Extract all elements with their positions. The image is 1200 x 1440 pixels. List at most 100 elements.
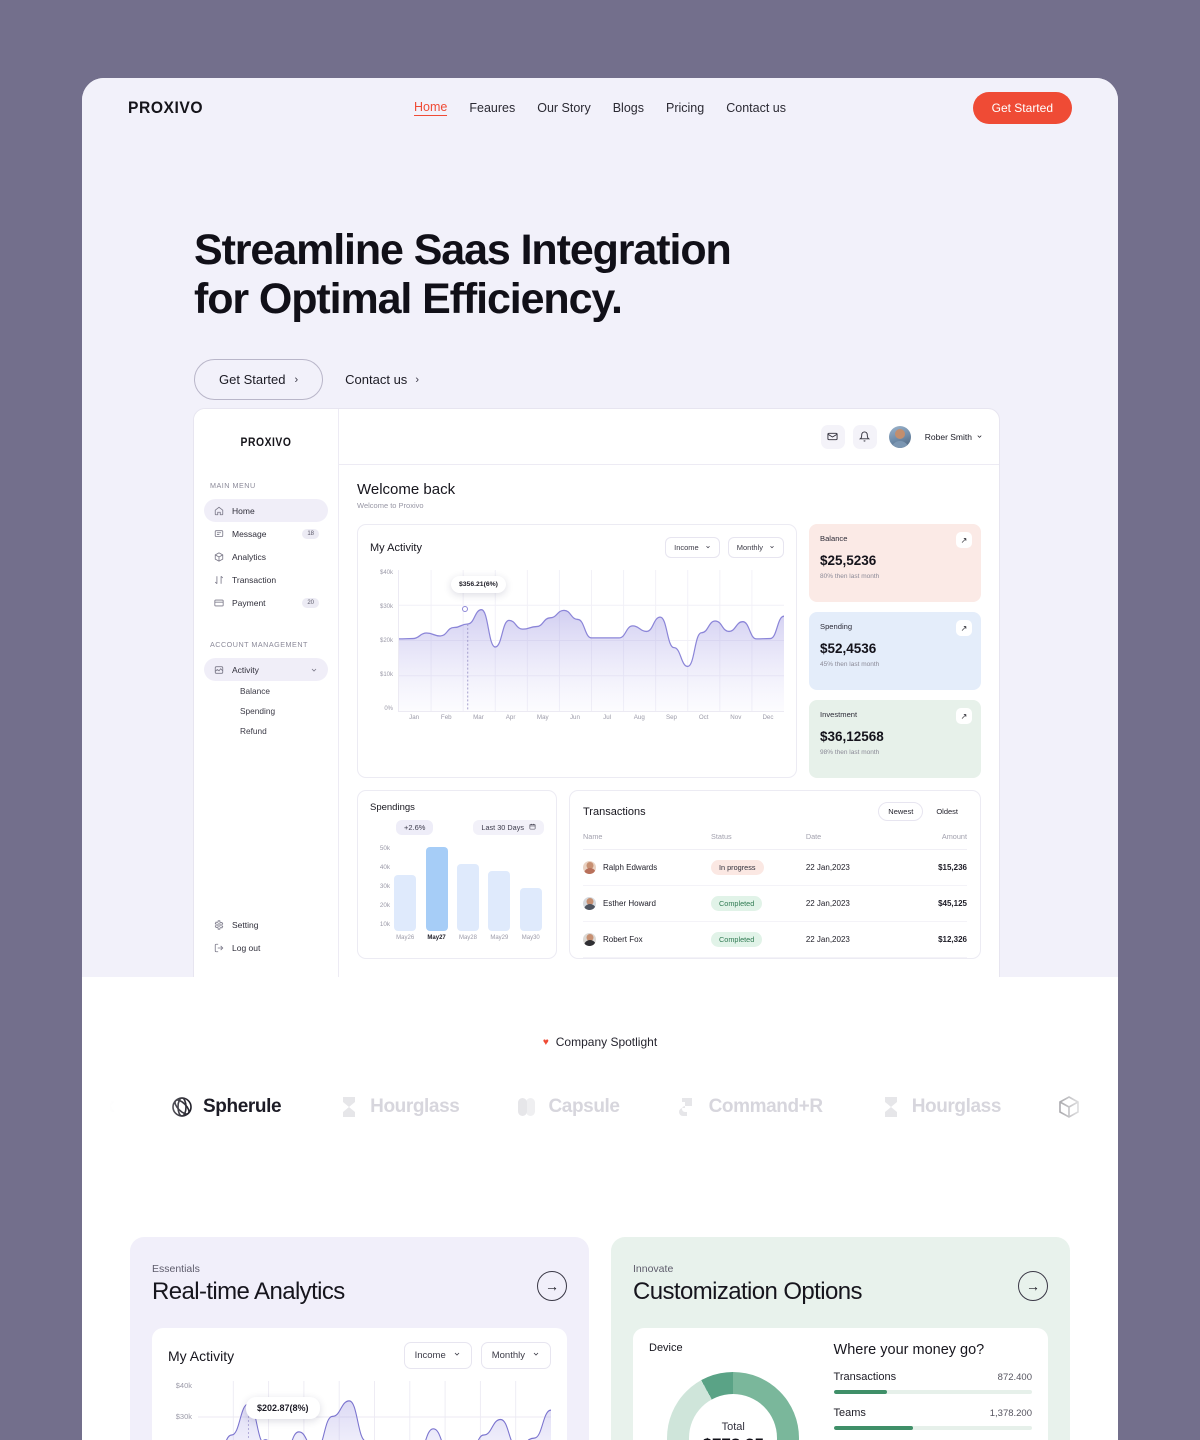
- heart-icon: ♥: [542, 1036, 549, 1048]
- nav-link-pricing[interactable]: Pricing: [666, 101, 704, 115]
- money-value: 1,378.200: [989, 1408, 1032, 1419]
- sidebar-item-transaction[interactable]: Transaction: [204, 568, 328, 591]
- arrow-up-right-icon[interactable]: ↗: [956, 620, 972, 636]
- period-select[interactable]: Monthly: [480, 1342, 551, 1369]
- chevron-down-icon: [532, 1350, 540, 1361]
- hero-actions: Get Started › Contact us ›: [194, 359, 1118, 401]
- nav-link-features[interactable]: Feaures: [469, 101, 515, 115]
- x-axis-labels: Jan Feb Mar Apr May Jun Jul Aug Sep Oct …: [398, 714, 784, 730]
- chevron-down-icon: [308, 664, 319, 675]
- money-item-transactions: Transactions 872.400: [833, 1371, 1032, 1394]
- transaction-name: Ralph Edwards: [603, 863, 658, 872]
- gear-icon: [213, 919, 224, 930]
- sidebar-section-main-menu: MAIN MENU: [210, 481, 256, 490]
- nav-link-blogs[interactable]: Blogs: [613, 101, 644, 115]
- arrow-up-right-icon[interactable]: ↗: [956, 708, 972, 724]
- user-menu[interactable]: Rober Smith: [925, 432, 983, 442]
- x-tick: Oct: [698, 714, 709, 721]
- avatar[interactable]: [888, 425, 911, 448]
- metric-select[interactable]: Income: [403, 1342, 472, 1369]
- hero-contact-us-button[interactable]: Contact us ›: [345, 372, 419, 387]
- mini-activity-header: My Activity Income Monthly: [168, 1342, 551, 1369]
- y-tick: $40k: [379, 570, 393, 576]
- sidebar-badge-payment: 20: [302, 597, 319, 608]
- period-select[interactable]: Monthly: [727, 537, 784, 558]
- sidebar-item-setting[interactable]: Setting: [204, 913, 328, 936]
- sidebar-item-analytics[interactable]: Analytics: [204, 545, 328, 568]
- transactions-header: Transactions Newest Oldest: [583, 802, 967, 821]
- arrow-up-right-icon[interactable]: ↗: [956, 532, 972, 548]
- nav-links: Home Feaures Our Story Blogs Pricing Con…: [414, 100, 786, 116]
- my-activity-chart: $40k $30k $20k $10k 0% $356.21(6%) Jan F…: [370, 570, 785, 730]
- logo-label: Lightbox: [1090, 1096, 1118, 1117]
- column-header-name: Name: [583, 832, 603, 841]
- nav-link-contact-us[interactable]: Contact us: [726, 101, 786, 115]
- sidebar-subitem-spending[interactable]: Spending: [204, 701, 328, 721]
- table-header: Name Status Date Amount: [583, 821, 967, 850]
- logo-label: Lightbox: [82, 1096, 115, 1117]
- device-label: Device: [649, 1342, 683, 1354]
- sidebar-item-payment[interactable]: Payment 20: [204, 591, 328, 614]
- money-name: Transactions: [833, 1371, 897, 1383]
- spotlight-label-text: Company Spotlight: [555, 1035, 658, 1049]
- dashboard-row-top: My Activity Income Monthly $40k $30k $20…: [357, 524, 981, 778]
- status-badge: Completed: [711, 896, 763, 911]
- sidebar-item-activity[interactable]: Activity: [204, 658, 328, 681]
- nav-get-started-button[interactable]: Get Started: [972, 92, 1072, 124]
- device-donut-chart: Total $778.35: [667, 1372, 800, 1440]
- dashboard-logo: PROXIVO: [240, 437, 292, 449]
- period-select-value: Monthly: [491, 1350, 525, 1361]
- sidebar-item-home[interactable]: Home: [204, 499, 328, 522]
- features-section: Essentials Real-time Analytics → My Acti…: [82, 1135, 1118, 1440]
- x-tick: Apr: [505, 714, 516, 721]
- avatar: [583, 933, 596, 946]
- arrow-right-icon[interactable]: →: [537, 1271, 567, 1301]
- x-tick: Sep: [665, 714, 677, 721]
- spendings-range-select[interactable]: Last 30 Days: [473, 820, 544, 835]
- stat-subtext: 98% then last month: [820, 749, 880, 756]
- cell-amount: $15,236: [938, 863, 967, 872]
- feature-eyebrow: Essentials: [152, 1263, 200, 1275]
- table-row[interactable]: Esther Howard Completed 22 Jan,2023 $45,…: [583, 886, 967, 922]
- mini-activity-chart: $40k $30k $20k: [168, 1381, 552, 1440]
- stat-value: $36,12568: [820, 729, 884, 744]
- column-header-amount: Amount: [941, 832, 967, 841]
- logo-track: Lightbox Spherule Hourglass: [82, 1079, 1118, 1135]
- brand-logo[interactable]: PROXIVO: [128, 98, 203, 118]
- status-badge: Completed: [711, 932, 763, 947]
- bar: [425, 846, 448, 931]
- sidebar-item-message[interactable]: Message 18: [204, 522, 328, 545]
- feature-panel-device: Device Total $778.35 Where your money go…: [633, 1328, 1048, 1440]
- y-tick: 40k: [379, 864, 390, 871]
- nav-link-home[interactable]: Home: [414, 100, 448, 116]
- x-tick: Jan: [409, 714, 420, 721]
- table-row[interactable]: Robert Fox Completed 22 Jan,2023 $12,326: [583, 922, 967, 958]
- hourglass-icon: [337, 1095, 361, 1119]
- sort-oldest-button[interactable]: Oldest: [927, 803, 967, 820]
- arrow-right-icon[interactable]: →: [1018, 1271, 1048, 1301]
- hero-get-started-button[interactable]: Get Started ›: [194, 359, 324, 401]
- spendings-bar-chart: 50k 40k 30k 20k 10k May26 May27 May28 Ma…: [370, 845, 544, 941]
- sidebar-subitem-refund[interactable]: Refund: [204, 721, 328, 741]
- sidebar-subitem-balance[interactable]: Balance: [204, 681, 328, 701]
- hero-get-started-label: Get Started: [219, 372, 286, 388]
- plot-area: $356.21(6%): [398, 570, 785, 712]
- progress-track: [833, 1390, 1032, 1394]
- nav-link-our-story[interactable]: Our Story: [537, 101, 591, 115]
- sidebar-item-log-out[interactable]: Log out: [204, 936, 328, 959]
- table-row[interactable]: Ralph Edwards In progress 22 Jan,2023 $1…: [583, 850, 967, 886]
- sort-newest-button[interactable]: Newest: [878, 802, 924, 821]
- welcome-title: Welcome back: [357, 481, 456, 498]
- transaction-icon: [213, 574, 224, 585]
- message-icon: [213, 528, 224, 539]
- mail-icon[interactable]: [820, 424, 845, 449]
- hero-section: PROXIVO Home Feaures Our Story Blogs Pri…: [82, 78, 1118, 977]
- x-tick: Dec: [762, 714, 774, 721]
- x-tick: Aug: [633, 714, 645, 721]
- bar-label: May29: [490, 935, 509, 941]
- metric-select[interactable]: Income: [665, 537, 720, 558]
- y-tick: 30k: [379, 883, 390, 890]
- y-axis-labels: $40k $30k $20k: [168, 1381, 196, 1440]
- bell-icon[interactable]: [852, 424, 877, 449]
